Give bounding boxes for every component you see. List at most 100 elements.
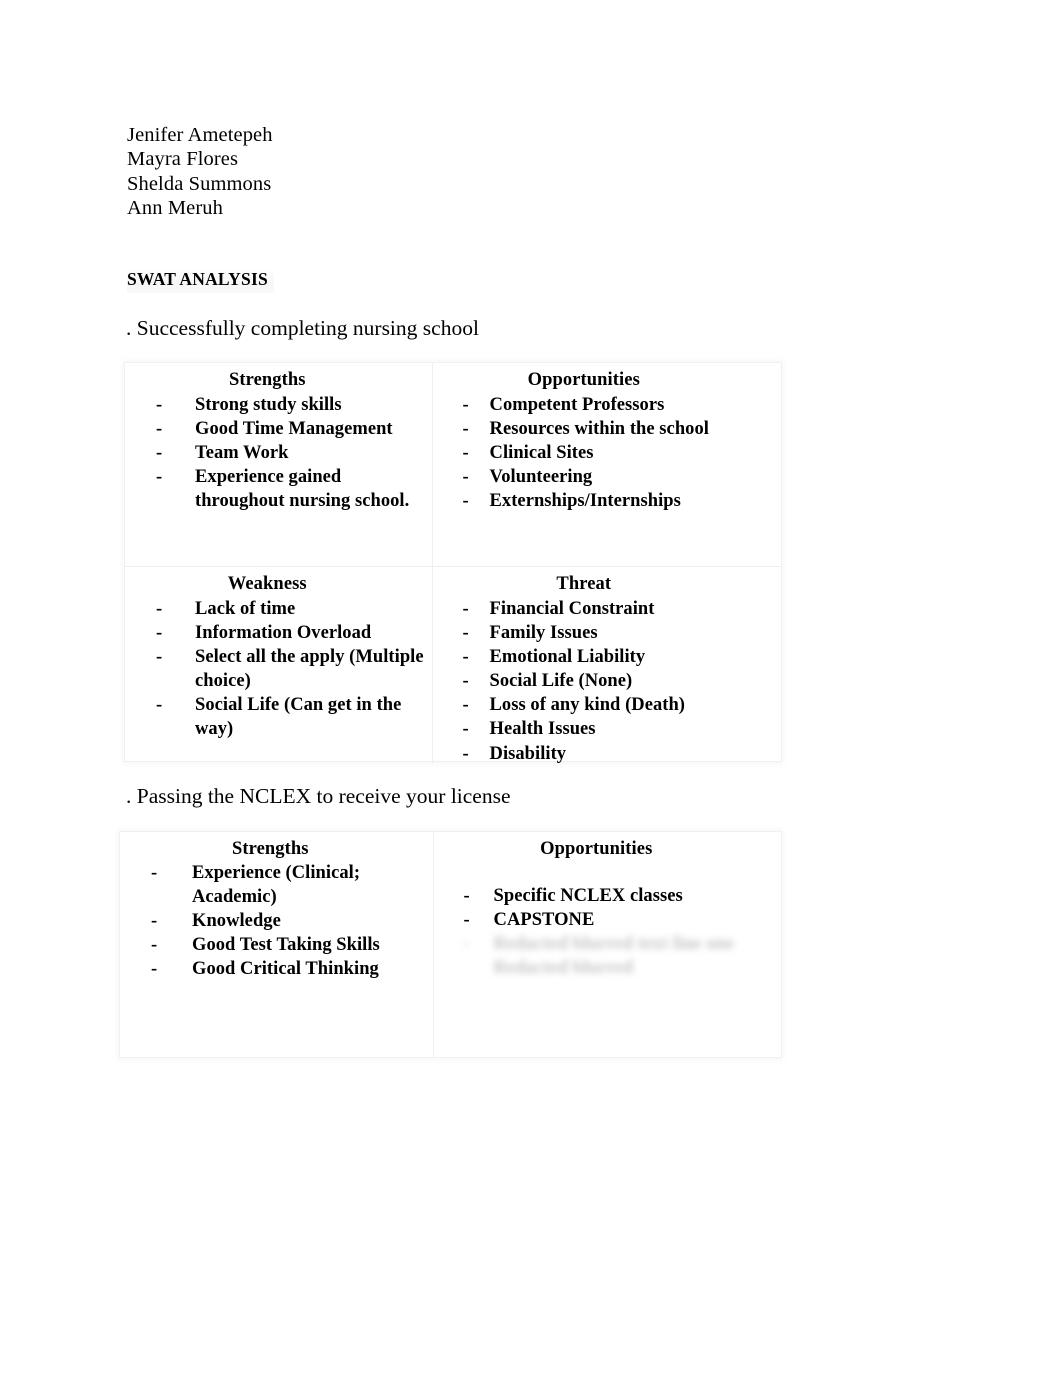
list-item: - Competent Professors: [463, 393, 781, 417]
table-row: Strengths - Experience (Clinical; Academi…: [120, 832, 781, 1057]
bullet-dash-icon: -: [463, 934, 470, 955]
list-item: - CAPSTONE: [464, 908, 781, 932]
list-item: - Specific NCLEX classes: [464, 884, 781, 908]
author-line: Jenifer Ametepeh: [127, 124, 273, 146]
list-item-label: Externships/Internships: [489, 491, 681, 512]
list-item: - Experience gained throughout nursing sc…: [156, 465, 432, 513]
bullet-dash-icon: -: [462, 623, 469, 644]
list-item: - Good Test Taking Skills: [151, 933, 433, 957]
bullet-dash-icon: -: [463, 910, 470, 931]
list-item-label: Competent Professors: [489, 395, 665, 415]
list-item: - Information Overload: [156, 621, 432, 645]
list-item-label: Experience (Clinical; Academic): [192, 863, 361, 908]
bullet-dash-icon: -: [462, 467, 469, 488]
section-title-2: . Passing the NCLEX to receive your lice…: [126, 784, 511, 808]
cell-strengths: Strengths - Experience (Clinical; Academi…: [120, 832, 434, 1057]
strengths-list: - Strong study skills - Good Time Manageme…: [125, 393, 432, 513]
bullet-dash-icon: -: [156, 395, 163, 415]
bullet-dash-icon: -: [462, 671, 469, 692]
list-item: - Loss of any kind (Death): [463, 693, 781, 717]
list-item-label: Information Overload: [195, 623, 372, 644]
cell-threat: Threat - Financial Constraint - Family Iss…: [433, 567, 781, 763]
cell-title: Weakness: [227, 574, 307, 594]
bullet-dash-icon: -: [462, 443, 469, 464]
list-item-label: Social Life (None): [489, 671, 633, 692]
cell-title: Strengths: [228, 370, 306, 390]
author-block: Jenifer Ametepeh Mayra Flores Shelda Sum…: [127, 123, 727, 220]
bullet-dash-icon: [464, 956, 469, 980]
bullet-dash-icon: -: [462, 695, 469, 716]
list-item-redacted: - Redacted blurred text line one: [464, 932, 781, 956]
bullet-dash-icon: -: [462, 395, 469, 415]
list-item-label: Family Issues: [489, 623, 598, 644]
list-item: - Social Life (Can get in the way): [156, 693, 432, 741]
list-item-label: CAPSTONE: [493, 910, 595, 931]
list-item: - Knowledge: [151, 909, 433, 933]
document-page: Jenifer Ametepeh Mayra Flores Shelda Sum…: [0, 0, 1062, 1377]
bullet-dash-icon: -: [463, 886, 470, 906]
table-row: Strengths - Strong study skills - Good Tim…: [125, 363, 781, 566]
cell-opportunities: Opportunities - Competent Professors - Res…: [433, 363, 781, 566]
list-item-label: Good Time Management: [195, 419, 393, 440]
list-item: - Disability: [463, 742, 781, 763]
list-item: - Emotional Liability: [463, 645, 781, 669]
list-item-label: Team Work: [195, 443, 289, 464]
list-item: - Financial Constraint: [463, 597, 781, 621]
list-item-label: Clinical Sites: [489, 443, 594, 464]
bullet-dash-icon: -: [156, 599, 163, 619]
cell-title: Strengths: [231, 839, 309, 859]
list-item-redacted: Redacted blurred: [494, 956, 781, 980]
bullet-dash-icon: -: [156, 467, 163, 488]
opportunities-list: - Specific NCLEX classes - CAPSTONE - Redac…: [434, 884, 781, 980]
bullet-dash-icon: -: [156, 623, 163, 644]
list-item: - Good Critical Thinking: [151, 957, 433, 981]
table-row: Weakness - Lack of time - Information Ove…: [125, 566, 781, 763]
list-item-label: Financial Constraint: [489, 599, 655, 619]
swot-table-nursing-school: Strengths - Strong study skills - Good Tim…: [124, 362, 782, 763]
list-item: - Experience (Clinical; Academic): [151, 861, 433, 909]
bullet-dash-icon: -: [462, 647, 469, 668]
bullet-dash-icon: -: [156, 419, 163, 440]
author-line: Shelda Summons: [127, 172, 272, 195]
list-item: - Select all the apply (Multiple choice): [156, 645, 432, 693]
bullet-dash-icon: -: [151, 911, 158, 932]
list-item-label: Good Critical Thinking: [192, 959, 379, 980]
list-item: - Health Issues: [463, 717, 781, 741]
bullet-dash-icon: -: [151, 863, 158, 883]
list-item: - Lack of time: [156, 597, 432, 621]
list-item-label: Redacted blurred: [493, 958, 634, 979]
page-title: SWAT ANALYSIS: [127, 268, 274, 293]
author-line: Ann Meruh: [127, 196, 223, 219]
list-item: - Volunteering: [463, 465, 781, 489]
list-item-label: Strong study skills: [195, 395, 342, 415]
bullet-dash-icon: -: [151, 959, 158, 980]
cell-weakness: Weakness - Lack of time - Information Ove…: [125, 567, 433, 763]
cell-strengths: Strengths - Strong study skills - Good Tim…: [125, 363, 433, 566]
list-item: - Social Life (None): [463, 669, 781, 693]
bullet-dash-icon: -: [151, 935, 158, 956]
opportunities-list: - Competent Professors - Resources within …: [433, 393, 781, 513]
weakness-list: - Lack of time - Information Overload - Se…: [125, 597, 432, 742]
list-item-label: Disability: [489, 743, 567, 763]
bullet-dash-icon: -: [156, 695, 163, 716]
cell-title: Threat: [556, 574, 612, 594]
list-item-label: Lack of time: [195, 599, 296, 619]
bullet-dash-icon: -: [462, 599, 469, 619]
list-item-label: Experience gained throughout nursing sch…: [195, 467, 410, 512]
list-item: - Strong study skills: [156, 393, 432, 417]
list-item: - Family Issues: [463, 621, 781, 645]
bullet-dash-icon: -: [462, 743, 469, 763]
bullet-dash-icon: -: [156, 647, 163, 668]
list-item-label: Loss of any kind (Death): [489, 695, 686, 716]
list-item-label: Health Issues: [489, 719, 596, 740]
list-item: - Team Work: [156, 441, 432, 465]
list-item: - Good Time Management: [156, 417, 432, 441]
list-item: - Resources within the school: [463, 417, 781, 441]
section-title-1: . Successfully completing nursing school: [126, 316, 479, 340]
list-item-label: Redacted blurred text line one: [493, 934, 735, 955]
cell-title: Opportunities: [527, 370, 640, 390]
list-item-label: Specific NCLEX classes: [493, 886, 683, 906]
cell-opportunities: Opportunities - Specific NCLEX classes - C…: [434, 832, 781, 1057]
list-item-label: Social Life (Can get in the way): [195, 695, 402, 740]
threat-list: - Financial Constraint - Family Issues - Em…: [433, 597, 781, 763]
